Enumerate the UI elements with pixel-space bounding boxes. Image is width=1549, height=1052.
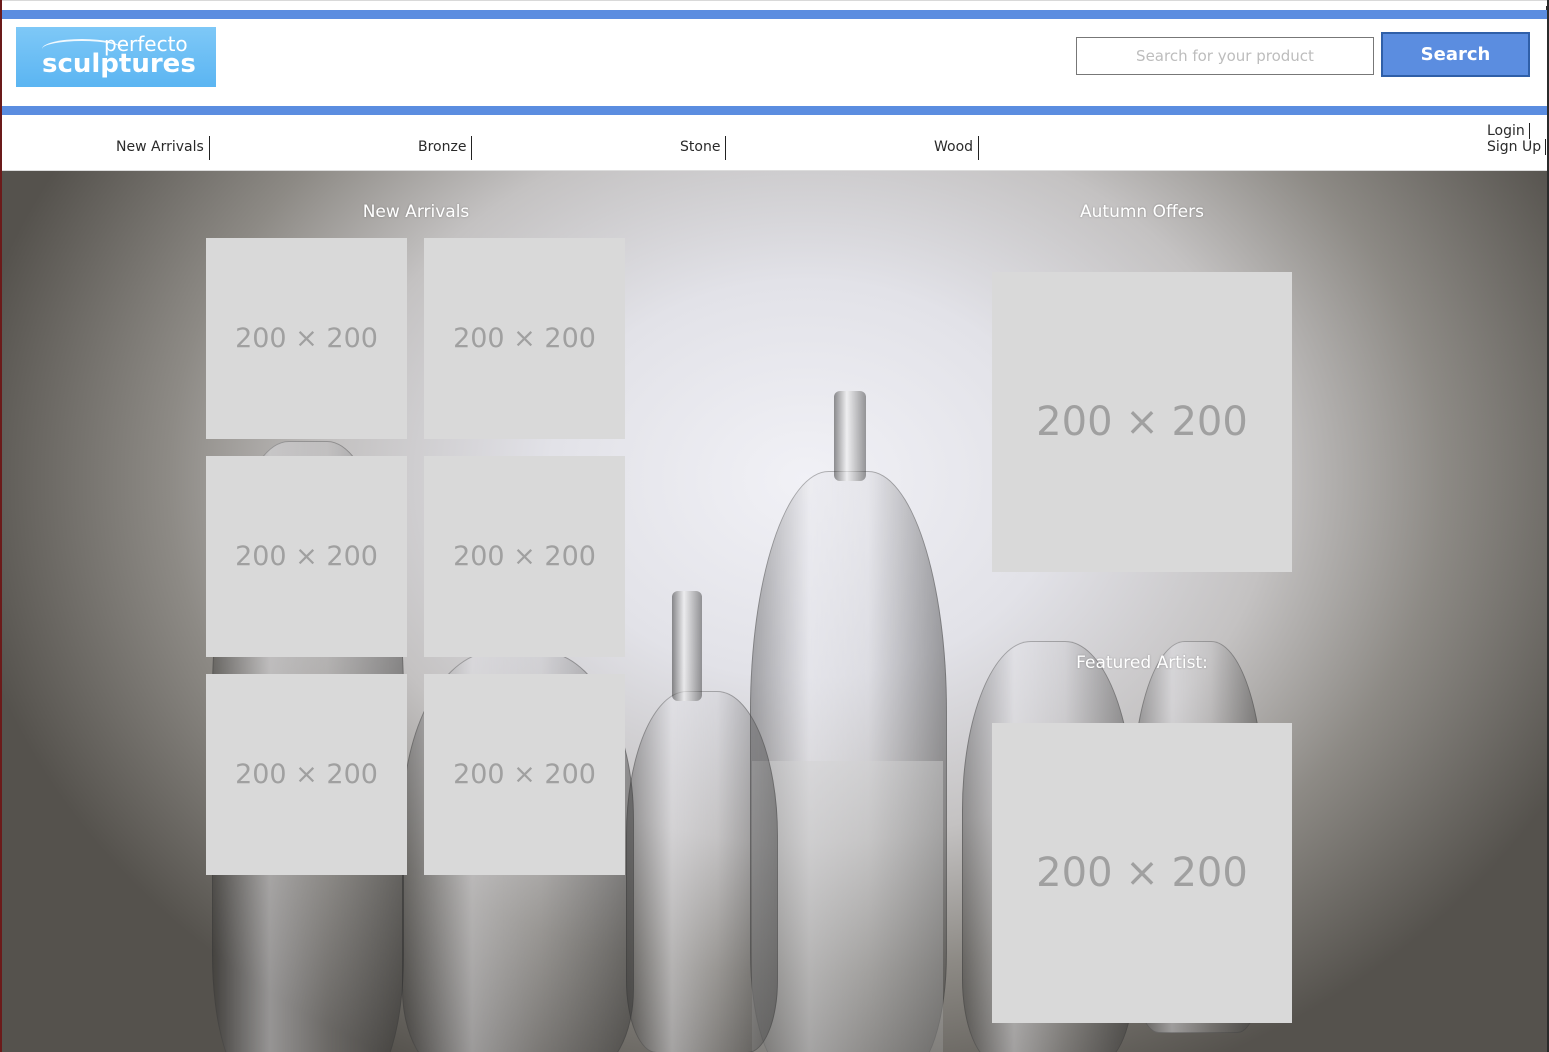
signup-link[interactable]: Sign Up bbox=[1487, 139, 1547, 155]
section-title-autumn-offers: Autumn Offers bbox=[1080, 202, 1204, 222]
product-tile[interactable]: 200 × 200 bbox=[424, 238, 625, 439]
header-top-band bbox=[2, 10, 1547, 19]
product-tile[interactable]: 200 × 200 bbox=[424, 456, 625, 657]
product-tile[interactable]: 200 × 200 bbox=[206, 238, 407, 439]
header-bottom-band bbox=[2, 106, 1547, 115]
section-title-featured-artist: Featured Artist: bbox=[1076, 653, 1208, 673]
nav-item-stone[interactable]: Stone bbox=[680, 136, 727, 160]
logo-text-main: sculptures bbox=[42, 49, 196, 79]
nav-item-bronze[interactable]: Bronze bbox=[418, 136, 473, 160]
section-title-new-arrivals: New Arrivals bbox=[362, 202, 470, 222]
product-tile[interactable]: 200 × 200 bbox=[206, 674, 407, 875]
search-input[interactable] bbox=[1076, 37, 1374, 75]
autumn-offer-tile[interactable]: 200 × 200 bbox=[992, 272, 1292, 572]
glass-neck bbox=[834, 391, 866, 481]
site-logo[interactable]: perfecto sculptures bbox=[16, 27, 216, 87]
top-divider bbox=[2, 0, 1547, 6]
login-link[interactable]: Login bbox=[1487, 123, 1530, 139]
search-button[interactable]: Search bbox=[1381, 32, 1530, 77]
product-tile[interactable]: 200 × 200 bbox=[424, 674, 625, 875]
featured-artist-tile[interactable]: 200 × 200 bbox=[992, 723, 1292, 1023]
main-nav: New Arrivals Bronze Stone Wood Login Sig… bbox=[2, 115, 1547, 171]
glass-neck bbox=[672, 591, 702, 701]
nav-item-wood[interactable]: Wood bbox=[934, 136, 980, 160]
glass-water bbox=[752, 761, 943, 1052]
product-tile[interactable]: 200 × 200 bbox=[206, 456, 407, 657]
glass-bag-sculpture bbox=[626, 691, 778, 1052]
nav-item-new-arrivals[interactable]: New Arrivals bbox=[116, 136, 210, 160]
page: perfecto sculptures Search New Arrivals … bbox=[0, 0, 1549, 1052]
